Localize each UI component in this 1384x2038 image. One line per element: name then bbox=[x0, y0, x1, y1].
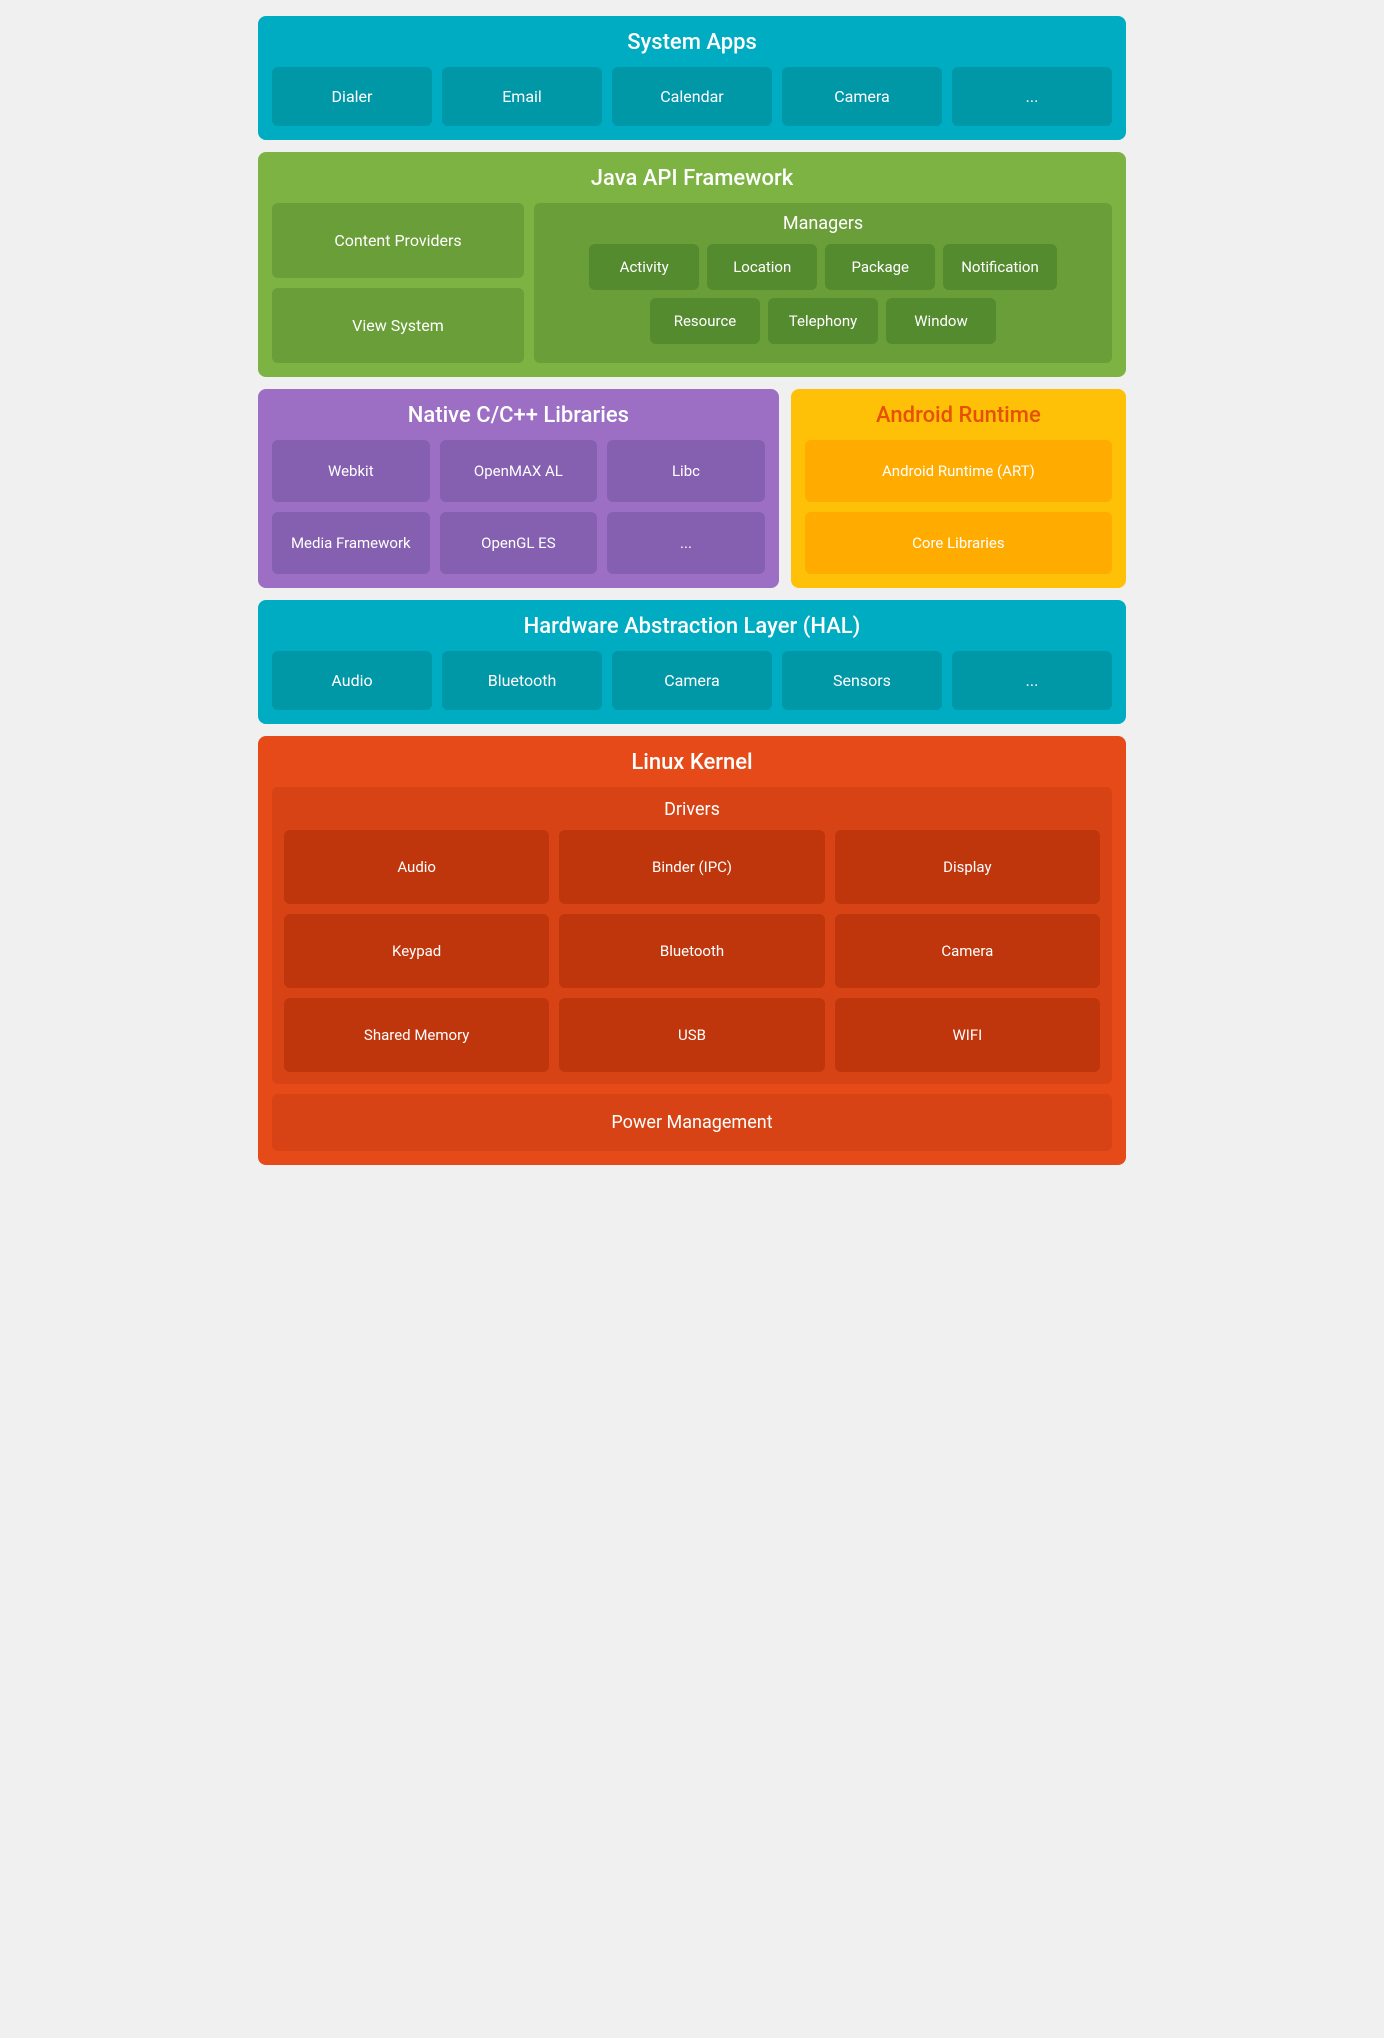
drivers-section: Drivers Audio Binder (IPC) Display Keypa… bbox=[272, 787, 1112, 1084]
java-api-layer: Java API Framework Content Providers Vie… bbox=[258, 152, 1126, 377]
system-app-dialer: Dialer bbox=[272, 67, 432, 126]
driver-bluetooth: Bluetooth bbox=[559, 914, 824, 988]
android-runtime-title: Android Runtime bbox=[805, 403, 1112, 428]
manager-package: Package bbox=[825, 244, 935, 290]
runtime-items: Android Runtime (ART) Core Libraries bbox=[805, 440, 1112, 574]
content-providers-box: Content Providers bbox=[272, 203, 524, 278]
manager-location: Location bbox=[707, 244, 817, 290]
android-runtime-layer: Android Runtime Android Runtime (ART) Co… bbox=[791, 389, 1126, 588]
managers-row-2: Resource Telephony Window bbox=[544, 298, 1102, 344]
hal-items: Audio Bluetooth Camera Sensors ... bbox=[272, 651, 1112, 710]
driver-display: Display bbox=[835, 830, 1100, 904]
managers-title: Managers bbox=[544, 213, 1102, 234]
hal-more: ... bbox=[952, 651, 1112, 710]
android-architecture-diagram: System Apps Dialer Email Calendar Camera… bbox=[242, 0, 1142, 1181]
manager-activity: Activity bbox=[589, 244, 699, 290]
managers-section: Managers Activity Location Package Notif… bbox=[534, 203, 1112, 363]
system-app-camera: Camera bbox=[782, 67, 942, 126]
driver-usb: USB bbox=[559, 998, 824, 1072]
managers-row-1: Activity Location Package Notification bbox=[544, 244, 1102, 290]
hal-sensors: Sensors bbox=[782, 651, 942, 710]
native-libc: Libc bbox=[607, 440, 765, 502]
middle-section: Native C/C++ Libraries Webkit OpenMAX AL… bbox=[258, 389, 1126, 588]
linux-kernel-layer: Linux Kernel Drivers Audio Binder (IPC) … bbox=[258, 736, 1126, 1165]
manager-telephony: Telephony bbox=[768, 298, 878, 344]
runtime-art: Android Runtime (ART) bbox=[805, 440, 1112, 502]
power-management: Power Management bbox=[272, 1094, 1112, 1151]
manager-notification: Notification bbox=[943, 244, 1057, 290]
hal-title: Hardware Abstraction Layer (HAL) bbox=[272, 614, 1112, 639]
drivers-grid: Audio Binder (IPC) Display Keypad Blueto… bbox=[284, 830, 1100, 1072]
driver-audio: Audio bbox=[284, 830, 549, 904]
system-app-calendar: Calendar bbox=[612, 67, 772, 126]
native-openmax: OpenMAX AL bbox=[440, 440, 598, 502]
managers-grid: Activity Location Package Notification R… bbox=[544, 244, 1102, 344]
runtime-core-libraries: Core Libraries bbox=[805, 512, 1112, 574]
native-libs-grid: Webkit OpenMAX AL Libc Media Framework O… bbox=[272, 440, 765, 574]
native-webkit: Webkit bbox=[272, 440, 430, 502]
driver-keypad: Keypad bbox=[284, 914, 549, 988]
native-libs-title: Native C/C++ Libraries bbox=[272, 403, 765, 428]
driver-binder: Binder (IPC) bbox=[559, 830, 824, 904]
linux-kernel-title: Linux Kernel bbox=[272, 750, 1112, 775]
manager-window: Window bbox=[886, 298, 996, 344]
driver-wifi: WIFI bbox=[835, 998, 1100, 1072]
system-apps-layer: System Apps Dialer Email Calendar Camera… bbox=[258, 16, 1126, 140]
system-apps-title: System Apps bbox=[272, 30, 1112, 55]
driver-shared-memory: Shared Memory bbox=[284, 998, 549, 1072]
manager-resource: Resource bbox=[650, 298, 760, 344]
hal-camera: Camera bbox=[612, 651, 772, 710]
native-more: ... bbox=[607, 512, 765, 574]
system-app-more: ... bbox=[952, 67, 1112, 126]
view-system-box: View System bbox=[272, 288, 524, 363]
drivers-title: Drivers bbox=[284, 799, 1100, 820]
java-api-title: Java API Framework bbox=[272, 166, 1112, 191]
hal-layer: Hardware Abstraction Layer (HAL) Audio B… bbox=[258, 600, 1126, 724]
java-api-content: Content Providers View System Managers A… bbox=[272, 203, 1112, 363]
driver-camera: Camera bbox=[835, 914, 1100, 988]
native-opengl: OpenGL ES bbox=[440, 512, 598, 574]
native-libs-layer: Native C/C++ Libraries Webkit OpenMAX AL… bbox=[258, 389, 779, 588]
native-media-framework: Media Framework bbox=[272, 512, 430, 574]
hal-bluetooth: Bluetooth bbox=[442, 651, 602, 710]
system-app-email: Email bbox=[442, 67, 602, 126]
hal-audio: Audio bbox=[272, 651, 432, 710]
java-api-left: Content Providers View System bbox=[272, 203, 524, 363]
system-apps-items: Dialer Email Calendar Camera ... bbox=[272, 67, 1112, 126]
